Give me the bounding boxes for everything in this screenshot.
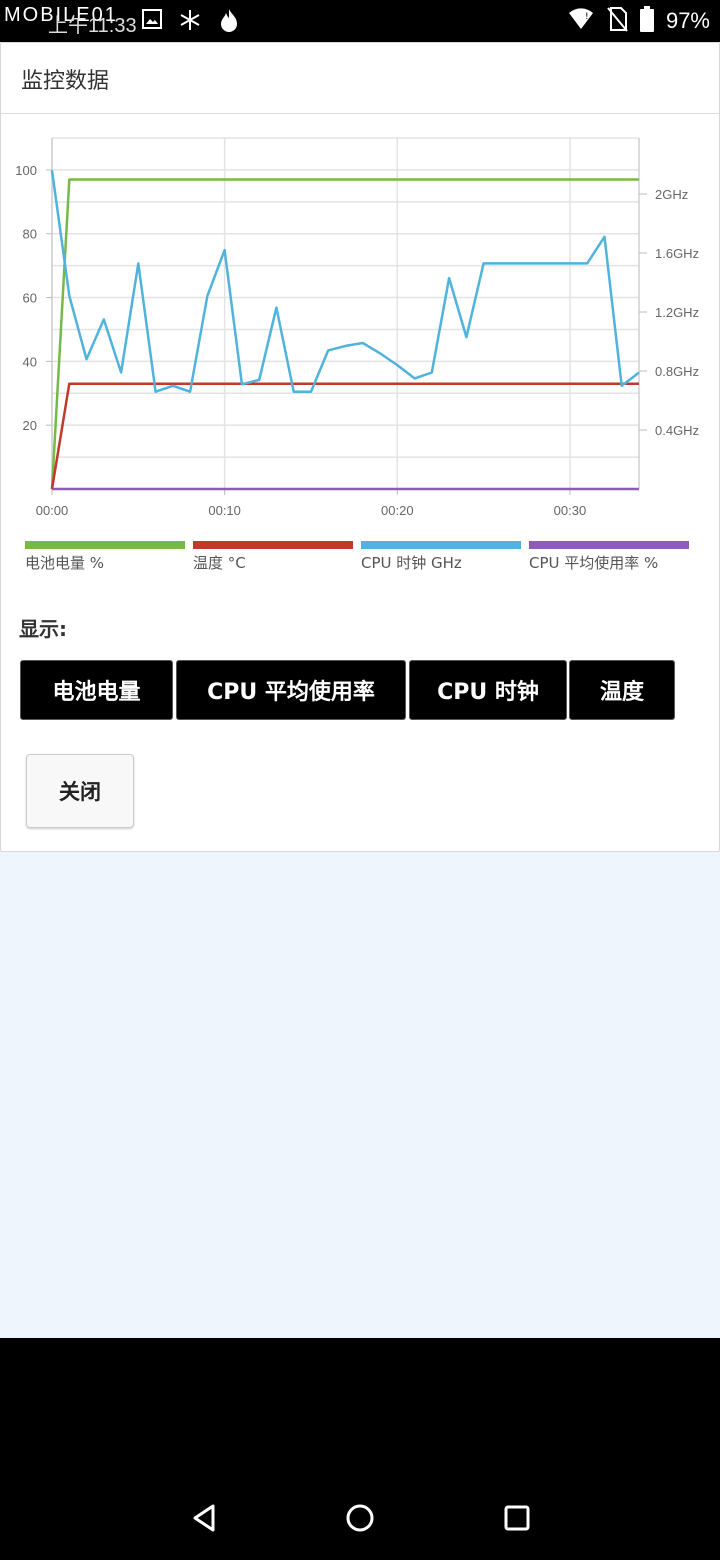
legend-cpu-usage: CPU 平均使用率 % bbox=[529, 541, 689, 573]
y-right-tick-label: 1.6GHz bbox=[655, 246, 699, 261]
chart-legend: 电池电量 % 温度 °C CPU 时钟 GHz CPU 平均使用率 % bbox=[25, 541, 705, 581]
legend-swatch-battery bbox=[25, 541, 185, 549]
toggle-cpu-usage-button[interactable]: CPU 平均使用率 bbox=[176, 660, 406, 720]
y-right-tick-label: 0.8GHz bbox=[655, 364, 699, 379]
card-title: 监控数据 bbox=[21, 69, 110, 94]
toggle-cpu-clock-button[interactable]: CPU 时钟 bbox=[409, 660, 567, 720]
recents-icon[interactable] bbox=[497, 1498, 537, 1538]
y-right-tick-label: 2GHz bbox=[655, 187, 688, 202]
snowflake-icon bbox=[178, 8, 202, 36]
legend-swatch-cpu-usage bbox=[529, 541, 689, 549]
monitor-card: 监控数据 20 40 60 80 100 0.4GHz 0.8GHz 1.2GHz 1.6GHz… bbox=[0, 42, 720, 852]
series-line-cpu-clock bbox=[50, 170, 640, 393]
y-right-tick-label: 0.4GHz bbox=[655, 423, 699, 438]
x-tick-label: 00:00 bbox=[36, 503, 69, 518]
legend-label-cpu-usage: CPU 平均使用率 % bbox=[529, 554, 659, 572]
flame-icon bbox=[217, 8, 241, 38]
legend-label-temperature: 温度 °C bbox=[193, 554, 246, 572]
show-label: 显示: bbox=[19, 617, 67, 641]
chart-svg: 20 40 60 80 100 0.4GHz 0.8GHz 1.2GHz 1.6GHz 2GHz 0… bbox=[15, 137, 699, 518]
close-button[interactable]: 关闭 bbox=[26, 754, 134, 828]
card-header: 监控数据 bbox=[1, 43, 719, 114]
status-time: 上午11:33 bbox=[48, 15, 137, 37]
wifi-icon: ! bbox=[568, 7, 594, 35]
image-icon bbox=[141, 8, 163, 34]
y-left-tick-label: 60 bbox=[23, 291, 37, 306]
series-line-temperature bbox=[50, 382, 639, 490]
y-left-tick-label: 80 bbox=[23, 227, 37, 242]
svg-text:!: ! bbox=[585, 12, 589, 22]
y-left-tick-label: 100 bbox=[15, 163, 37, 178]
battery-percent: 97% bbox=[665, 8, 710, 33]
y-left-tick-label: 20 bbox=[23, 418, 37, 433]
legend-cpu-clock: CPU 时钟 GHz bbox=[361, 541, 521, 573]
toggle-temperature-button[interactable]: 温度 bbox=[569, 660, 675, 720]
back-icon[interactable] bbox=[185, 1498, 225, 1538]
legend-battery: 电池电量 % bbox=[25, 541, 185, 573]
y-left-tick-label: 40 bbox=[23, 354, 37, 369]
no-sim-icon bbox=[606, 6, 628, 36]
monitor-chart: 20 40 60 80 100 0.4GHz 0.8GHz 1.2GHz 1.6GHz 2GHz 0… bbox=[1, 123, 719, 523]
x-tick-label: 00:20 bbox=[381, 503, 414, 518]
legend-swatch-temperature bbox=[193, 541, 353, 549]
x-tick-label: 00:10 bbox=[208, 503, 241, 518]
legend-label-cpu-clock: CPU 时钟 GHz bbox=[361, 554, 462, 572]
series-line-battery bbox=[50, 178, 639, 490]
battery-icon bbox=[639, 6, 654, 36]
x-tick-label: 00:30 bbox=[554, 503, 587, 518]
legend-temperature: 温度 °C bbox=[193, 541, 353, 573]
status-bar: MOBILE01 上午11:33 ! 97% bbox=[0, 0, 720, 42]
toggle-battery-button[interactable]: 电池电量 bbox=[20, 660, 173, 720]
legend-label-battery: 电池电量 % bbox=[25, 554, 105, 572]
legend-swatch-cpu-clock bbox=[361, 541, 521, 549]
y-right-tick-label: 1.2GHz bbox=[655, 305, 699, 320]
home-icon[interactable] bbox=[340, 1498, 380, 1538]
navigation-bar bbox=[0, 1338, 720, 1560]
